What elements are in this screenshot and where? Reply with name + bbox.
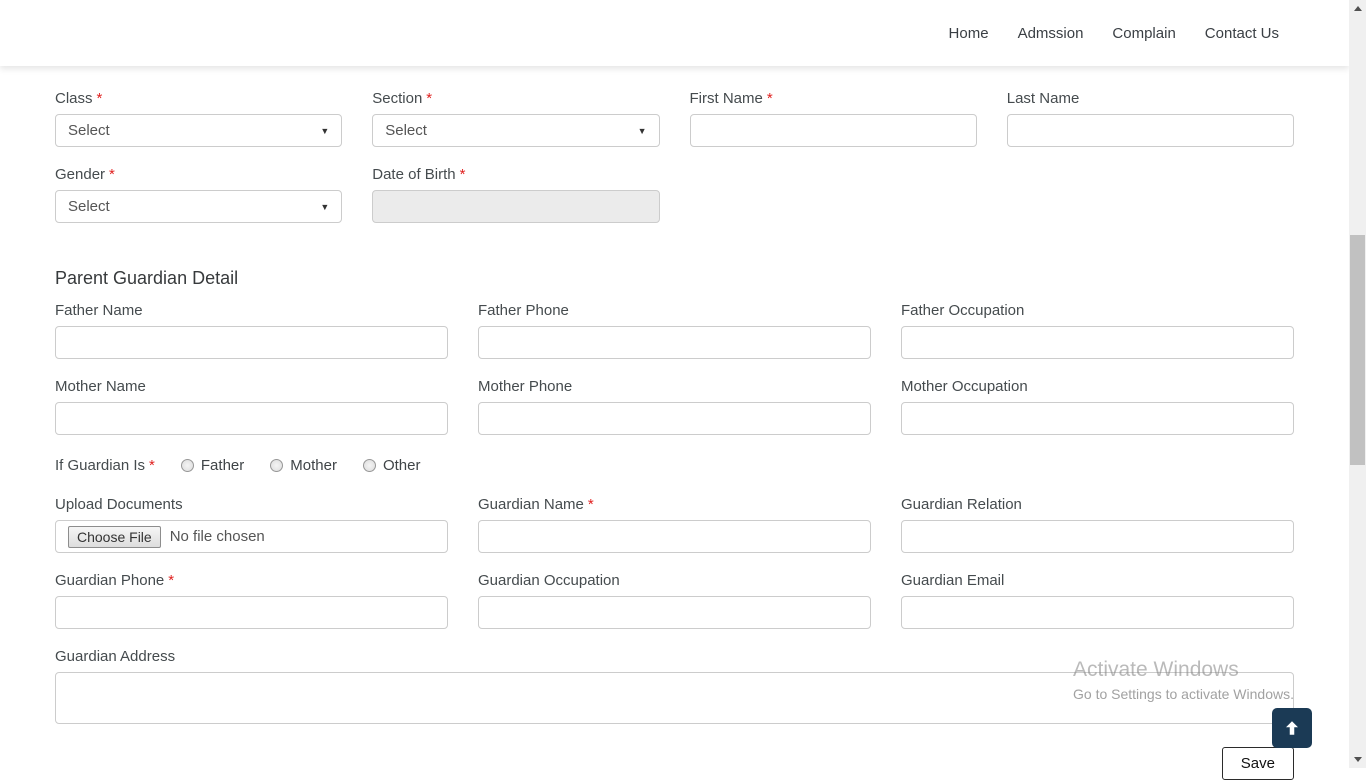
required-marker: * [459, 166, 466, 183]
father-name-label: Father Name [55, 302, 143, 319]
chevron-down-icon: ▼ [320, 125, 330, 136]
guardian-address-textarea[interactable] [55, 672, 1294, 724]
top-navbar: Home Admssion Complain Contact Us [0, 0, 1349, 66]
upload-documents-file-input[interactable]: Choose File No file chosen [55, 520, 448, 553]
guardian-phone-label: Guardian Phone * [55, 572, 175, 589]
arrow-up-icon [1286, 721, 1298, 735]
required-marker: * [587, 496, 594, 513]
father-phone-label: Father Phone [477, 302, 569, 319]
father-occupation-input[interactable] [900, 326, 1294, 359]
file-status-text: No file chosen [169, 528, 265, 545]
gender-select[interactable]: Select ▼ [55, 190, 343, 223]
form-row-father: Father Name Father Phone Father Occupati… [40, 302, 1309, 378]
choose-file-button[interactable]: Choose File [68, 525, 161, 548]
guardian-is-option-mother[interactable]: Mother [270, 457, 337, 474]
gender-select-value: Select [68, 198, 110, 215]
form-actions: Save [40, 747, 1309, 780]
radio-icon [180, 459, 194, 472]
chevron-down-icon: ▼ [320, 201, 330, 212]
last-name-input[interactable] [1006, 114, 1294, 147]
class-select-value: Select [68, 122, 110, 139]
form-row-address: Guardian Address [40, 648, 1309, 729]
scrollbar-thumb[interactable] [1350, 235, 1365, 465]
form-row-mother: Mother Name Mother Phone Mother Occupati… [40, 378, 1309, 454]
guardian-relation-input[interactable] [900, 520, 1294, 553]
scrollbar-up-icon[interactable] [1349, 0, 1366, 17]
guardian-relation-label: Guardian Relation [900, 496, 1022, 513]
chevron-down-icon: ▼ [637, 125, 647, 136]
admission-form: Class * Select ▼ Section * Select ▼ First … [0, 66, 1349, 780]
mother-occupation-input[interactable] [900, 402, 1294, 435]
save-button[interactable]: Save [1221, 747, 1294, 780]
mother-name-input[interactable] [55, 402, 448, 435]
guardian-address-label: Guardian Address [55, 648, 176, 665]
required-marker: * [96, 90, 103, 107]
radio-option-label: Mother [290, 457, 337, 474]
form-row-2: Gender * Select ▼ Date of Birth * [40, 166, 1309, 242]
upload-documents-label: Upload Documents [55, 496, 183, 513]
nav-home[interactable]: Home [949, 25, 989, 42]
form-row-upload: Upload Documents Choose File No file cho… [40, 496, 1309, 572]
vertical-scrollbar[interactable] [1349, 0, 1366, 768]
required-marker: * [168, 572, 175, 589]
scrollbar-down-icon[interactable] [1349, 751, 1366, 768]
guardian-email-label: Guardian Email [900, 572, 1005, 589]
guardian-name-input[interactable] [477, 520, 871, 553]
dob-input[interactable] [372, 190, 660, 223]
father-name-input[interactable] [55, 326, 448, 359]
guardian-is-option-father[interactable]: Father [180, 457, 245, 474]
radio-icon [270, 459, 284, 472]
mother-phone-input[interactable] [477, 402, 871, 435]
mother-occupation-label: Mother Occupation [900, 378, 1028, 395]
nav-contact-us[interactable]: Contact Us [1205, 25, 1279, 42]
first-name-input[interactable] [689, 114, 977, 147]
father-phone-input[interactable] [477, 326, 871, 359]
form-row-guardian-contact: Guardian Phone * Guardian Occupation Guar… [40, 572, 1309, 648]
nav-complain[interactable]: Complain [1112, 25, 1175, 42]
required-marker: * [426, 90, 433, 107]
guardian-phone-input[interactable] [55, 596, 448, 629]
first-name-label: First Name * [689, 90, 773, 107]
mother-phone-label: Mother Phone [477, 378, 573, 395]
guardian-occupation-label: Guardian Occupation [477, 572, 620, 589]
page: Home Admssion Complain Contact Us Class *… [0, 0, 1349, 780]
guardian-email-input[interactable] [900, 596, 1294, 629]
dob-label: Date of Birth * [372, 166, 466, 183]
guardian-name-label: Guardian Name * [477, 496, 594, 513]
required-marker: * [149, 457, 155, 474]
required-marker: * [766, 90, 773, 107]
class-select[interactable]: Select ▼ [55, 114, 343, 147]
nav-admission[interactable]: Admssion [1018, 25, 1084, 42]
radio-option-label: Father [200, 457, 245, 474]
gender-label: Gender * [55, 166, 115, 183]
section-title-parent-guardian: Parent Guardian Detail [55, 268, 239, 288]
section-select-value: Select [385, 122, 427, 139]
radio-icon [362, 459, 376, 472]
guardian-is-label: If Guardian Is * [55, 457, 155, 474]
radio-option-label: Other [382, 457, 421, 474]
form-row-1: Class * Select ▼ Section * Select ▼ First … [40, 90, 1309, 166]
scroll-to-top-button[interactable] [1272, 708, 1312, 748]
father-occupation-label: Father Occupation [900, 302, 1025, 319]
required-marker: * [109, 166, 115, 183]
mother-name-label: Mother Name [55, 378, 146, 395]
guardian-is-option-other[interactable]: Other [362, 457, 421, 474]
guardian-is-radio-group: If Guardian Is * Father Mother Other [55, 457, 1294, 474]
section-select[interactable]: Select ▼ [372, 114, 660, 147]
section-label: Section * [372, 90, 433, 107]
guardian-occupation-input[interactable] [477, 596, 871, 629]
class-label: Class * [55, 90, 103, 107]
last-name-label: Last Name [1006, 90, 1080, 107]
